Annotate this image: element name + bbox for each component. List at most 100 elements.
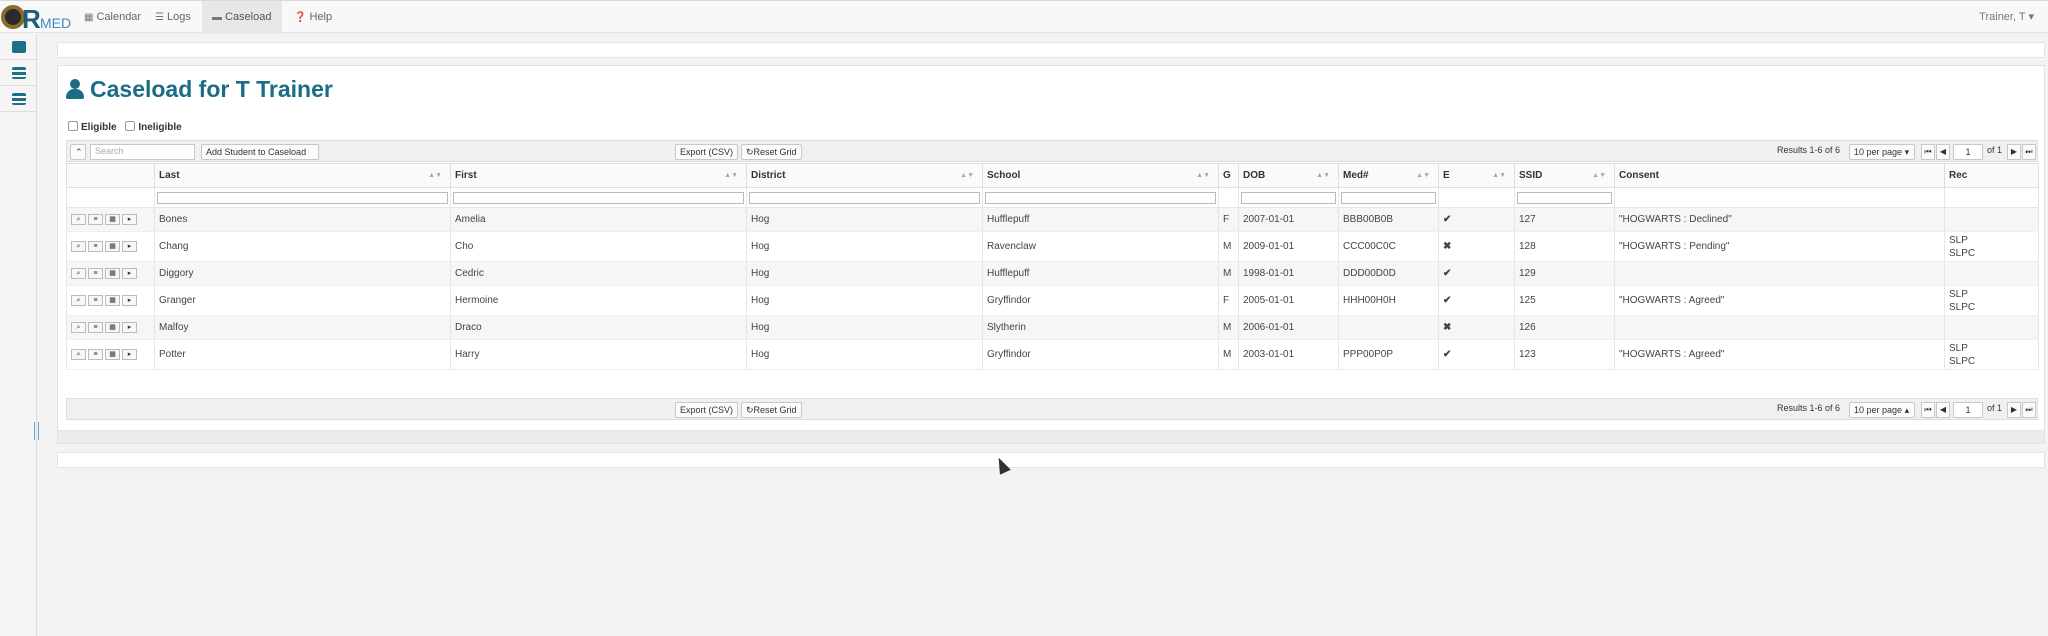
col-rec[interactable]: Rec [1944, 163, 2039, 188]
cell-consent: "HOGWARTS : Pending" [1614, 231, 1945, 262]
expand-icon[interactable]: ▸ [122, 348, 137, 360]
col-school[interactable]: School ▲▼ [982, 163, 1219, 188]
zoom-icon[interactable]: ⌕ [71, 294, 86, 306]
next-page-button[interactable]: ▶ [2007, 144, 2021, 160]
per-page-label: 10 per page [1854, 147, 1903, 157]
rec-item: SLP [1949, 234, 1968, 246]
menu-icon[interactable]: ≡ [88, 348, 103, 360]
sidebar-item-1[interactable] [0, 34, 37, 60]
filter-dob-input[interactable] [1241, 191, 1336, 204]
collapse-button[interactable]: ⌃ [70, 144, 86, 160]
filter-last-input[interactable] [157, 191, 448, 204]
prev-page-button-bottom[interactable]: ◀ [1936, 402, 1950, 418]
filter-cell-empty [1614, 187, 1945, 208]
per-page-select-bottom[interactable]: 10 per page ▴ [1849, 402, 1915, 418]
filter-first-input[interactable] [453, 191, 744, 204]
table-row[interactable]: ⌕ ≡ ▦ ▸ Diggory Cedric Hog Hufflepuff M 199… [66, 261, 2039, 286]
col-e[interactable]: E ▲▼ [1438, 163, 1515, 188]
resize-handle[interactable] [34, 422, 39, 440]
expand-icon[interactable]: ▸ [122, 213, 137, 225]
first-page-button-bottom[interactable]: ⏮ [1921, 402, 1935, 418]
check-icon: ✔ [1438, 285, 1515, 316]
cell-med: PPP00P0P [1338, 339, 1439, 370]
col-actions [66, 163, 155, 188]
sort-icon: ▲▼ [1592, 172, 1606, 179]
table-row[interactable]: ⌕ ≡ ▦ ▸ Chang Cho Hog Ravenclaw M 2009-01-0… [66, 231, 2039, 262]
zoom-icon[interactable]: ⌕ [71, 213, 86, 225]
last-page-button[interactable]: ⏭ [2022, 144, 2036, 160]
expand-icon[interactable]: ▸ [122, 240, 137, 252]
reset-grid-button-bottom[interactable]: ↻Reset Grid [741, 402, 802, 418]
grid-icon[interactable]: ▦ [105, 267, 120, 279]
cell-dob: 2005-01-01 [1238, 285, 1339, 316]
filter-eligible[interactable]: Eligible [68, 121, 117, 133]
filter-school-input[interactable] [985, 191, 1216, 204]
col-dob[interactable]: DOB ▲▼ [1238, 163, 1339, 188]
filter-ineligible[interactable]: Ineligible [125, 121, 182, 133]
expand-icon[interactable]: ▸ [122, 294, 137, 306]
grid-icon[interactable]: ▦ [105, 294, 120, 306]
table-row[interactable]: ⌕ ≡ ▦ ▸ Malfoy Draco Hog Slytherin M 2006-0… [66, 315, 2039, 340]
menu-icon[interactable]: ≡ [88, 321, 103, 333]
nav-calendar[interactable]: ▦ Calendar [74, 1, 151, 34]
zoom-icon[interactable]: ⌕ [71, 348, 86, 360]
zoom-icon[interactable]: ⌕ [71, 240, 86, 252]
nav-caseload[interactable]: ▬ Caseload [202, 1, 282, 34]
filter-ssid-input[interactable] [1517, 191, 1612, 204]
grid-icon[interactable]: ▦ [105, 348, 120, 360]
cell-last: Malfoy [154, 315, 451, 340]
next-page-button-bottom[interactable]: ▶ [2007, 402, 2021, 418]
col-g[interactable]: G [1218, 163, 1239, 188]
cell-last: Potter [154, 339, 451, 370]
menu-icon[interactable]: ≡ [88, 294, 103, 306]
col-consent[interactable]: Consent [1614, 163, 1945, 188]
menu-icon[interactable]: ≡ [88, 267, 103, 279]
grid-icon[interactable]: ▦ [105, 321, 120, 333]
sort-icon: ▲▼ [1316, 172, 1330, 179]
top-navbar: R MED ▦ Calendar ☰ Logs ▬ Caseload ❓ Help Tr… [0, 0, 2048, 34]
nav-logs[interactable]: ☰ Logs [145, 1, 201, 34]
table-row[interactable]: ⌕ ≡ ▦ ▸ Potter Harry Hog Gryffindor M 2003-… [66, 339, 2039, 370]
prev-page-button[interactable]: ◀ [1936, 144, 1950, 160]
col-district[interactable]: District ▲▼ [746, 163, 983, 188]
per-page-select[interactable]: 10 per page ▾ [1849, 144, 1915, 160]
checkbox-ineligible[interactable] [125, 121, 136, 131]
first-page-button[interactable]: ⏮ [1921, 144, 1935, 160]
reset-grid-button[interactable]: ↻Reset Grid [741, 144, 802, 160]
sort-icon: ▲▼ [960, 172, 974, 179]
export-csv-button-bottom[interactable]: Export (CSV) [675, 402, 739, 418]
filter-district-input[interactable] [749, 191, 980, 204]
last-page-button-bottom[interactable]: ⏭ [2022, 402, 2036, 418]
zoom-icon[interactable]: ⌕ [71, 267, 86, 279]
table-row[interactable]: ⌕ ≡ ▦ ▸ Bones Amelia Hog Hufflepuff F 2007-… [66, 207, 2039, 232]
sidebar-item-2[interactable] [0, 60, 37, 86]
menu-icon[interactable]: ≡ [88, 240, 103, 252]
user-menu[interactable]: Trainer, T ▾ [1979, 1, 2034, 34]
page-of-total-bottom: of 1 [1987, 403, 2003, 413]
page-number-input-bottom[interactable]: 1 [1953, 402, 1983, 418]
col-first[interactable]: First ▲▼ [450, 163, 747, 188]
menu-icon[interactable]: ≡ [88, 213, 103, 225]
col-last[interactable]: Last ▲▼ [154, 163, 451, 188]
sidebar-item-3[interactable] [0, 86, 37, 112]
col-med[interactable]: Med# ▲▼ [1338, 163, 1439, 188]
col-ssid[interactable]: SSID ▲▼ [1514, 163, 1615, 188]
export-csv-button[interactable]: Export (CSV) [675, 144, 739, 160]
search-input[interactable]: Search [90, 144, 195, 160]
page-title: Caseload for T Trainer [66, 76, 333, 103]
grid-icon[interactable]: ▦ [105, 213, 120, 225]
expand-icon[interactable]: ▸ [122, 321, 137, 333]
col-consent-label: Consent [1619, 170, 1659, 181]
page-number-input[interactable]: 1 [1953, 144, 1983, 160]
zoom-icon[interactable]: ⌕ [71, 321, 86, 333]
nav-help[interactable]: ❓ Help [284, 1, 342, 34]
expand-icon[interactable]: ▸ [122, 267, 137, 279]
refresh-icon: ↻ [746, 147, 754, 157]
table-row[interactable]: ⌕ ≡ ▦ ▸ Granger Hermoine Hog Gryffindor F 2… [66, 285, 2039, 316]
checkbox-eligible[interactable] [68, 121, 78, 131]
filter-med-input[interactable] [1341, 191, 1436, 204]
grid-icon[interactable]: ▦ [105, 240, 120, 252]
app-logo[interactable]: R MED [0, 3, 72, 34]
first-page-icon: ⏮ [1924, 147, 1932, 156]
add-student-select[interactable]: Add Student to Caseload ⌄ [201, 144, 319, 171]
